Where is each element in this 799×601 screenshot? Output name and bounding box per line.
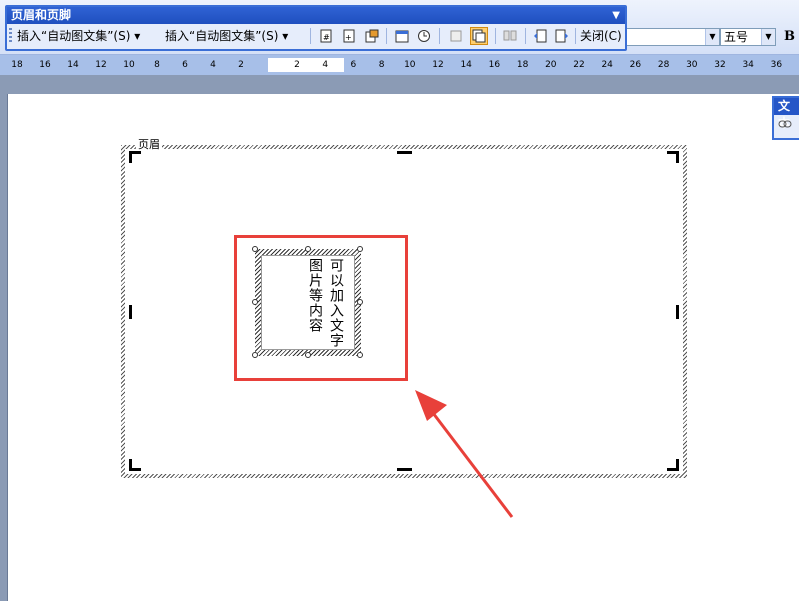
format-page-number-icon[interactable] [363, 27, 381, 45]
annotation-arrow-icon [415, 390, 514, 518]
ruler-number: 36 [770, 60, 783, 70]
same-as-previous-icon[interactable] [501, 27, 519, 45]
bold-button[interactable]: B [780, 28, 799, 46]
ruler-number: 14 [460, 60, 472, 70]
ruler-number: 10 [404, 60, 416, 70]
show-hide-document-text-icon[interactable] [470, 27, 488, 45]
font-name-select[interactable]: ▼ [620, 28, 720, 46]
ruler-number: 24 [601, 60, 613, 70]
margin-corner-mark [129, 151, 141, 163]
margin-mid-mark [129, 305, 132, 319]
font-size-select[interactable]: 五号 ▼ [720, 28, 776, 46]
toolbar-options-icon[interactable]: ▼ [612, 7, 620, 24]
ruler-number: 20 [545, 60, 557, 70]
insert-page-count-icon[interactable]: + [340, 27, 358, 45]
header-footer-toolbar-title[interactable]: 页眉和页脚 ▼ [7, 7, 625, 24]
margin-corner-mark [129, 459, 141, 471]
text-box-toolbar: 文本 [772, 96, 799, 140]
ruler-number: 18 [516, 60, 529, 70]
margin-corner-mark [667, 459, 679, 471]
toolbar-separator [495, 28, 496, 44]
text-box-toolbar-title[interactable]: 文本 [774, 98, 799, 130]
ruler-number: 22 [573, 60, 585, 70]
toolbar-separator [525, 28, 526, 44]
ruler-number: 32 [714, 60, 726, 70]
ruler-number: 28 [657, 60, 670, 70]
insert-autotext-button[interactable]: 插入“自动图文集”(S) ▾ [17, 27, 140, 46]
ruler-number: 2 [294, 60, 300, 70]
ruler-number: 12 [95, 60, 107, 70]
insert-autotext-button-2[interactable]: 插入“自动图文集”(S) ▾ [165, 27, 288, 46]
ruler-number: 4 [210, 60, 216, 70]
ruler-number: 34 [742, 60, 754, 70]
ruler-number: 8 [154, 60, 160, 70]
svg-text:#: # [323, 33, 330, 42]
margin-corner-mark [667, 151, 679, 163]
toolbar-separator [310, 28, 311, 44]
toolbar-separator [575, 28, 576, 44]
ruler-number: 18 [11, 60, 23, 70]
margin-mid-mark [397, 151, 412, 154]
ruler-number: 16 [488, 60, 501, 70]
insert-time-icon[interactable] [415, 27, 433, 45]
ruler-number: 14 [67, 60, 79, 70]
ruler-number: 30 [686, 60, 698, 70]
ruler-number: 12 [432, 60, 444, 70]
svg-text:+: + [345, 33, 352, 42]
ruler-number: 6 [350, 60, 357, 70]
font-size-value: 五号 [724, 30, 749, 44]
close-header-footer-button[interactable]: 关闭(C) [580, 27, 622, 46]
ruler-number: 8 [378, 60, 385, 70]
header-footer-toolbar: 页眉和页脚 ▼ 插入“自动图文集”(S) ▾ 插入“自动图文集”(S) ▾ # … [5, 5, 627, 51]
header-footer-toolbar-row: 插入“自动图文集”(S) ▾ 插入“自动图文集”(S) ▾ # + 关闭(C) [7, 24, 625, 48]
chevron-down-icon: ▼ [761, 29, 775, 45]
ruler-number: 6 [182, 60, 188, 70]
link-icon[interactable] [774, 115, 799, 135]
toolbar-grip-handle[interactable] [9, 28, 12, 44]
page-setup-icon[interactable] [447, 27, 465, 45]
toolbar-separator [386, 28, 387, 44]
ruler-number: 10 [123, 60, 135, 70]
insert-date-icon[interactable] [393, 27, 411, 45]
ruler-number: 26 [629, 60, 642, 70]
ruler-number: 2 [238, 60, 244, 70]
ruler-number: 16 [39, 60, 51, 70]
ruler-number: 4 [322, 60, 329, 70]
show-next-icon[interactable] [553, 27, 571, 45]
toolbar-separator [439, 28, 440, 44]
header-label: 页眉 [136, 136, 162, 152]
margin-mid-mark [676, 305, 679, 319]
annotation-highlight-box [234, 235, 408, 381]
insert-page-number-icon[interactable]: # [317, 27, 335, 45]
switch-header-footer-icon[interactable] [531, 27, 549, 45]
chevron-down-icon: ▼ [705, 29, 719, 45]
